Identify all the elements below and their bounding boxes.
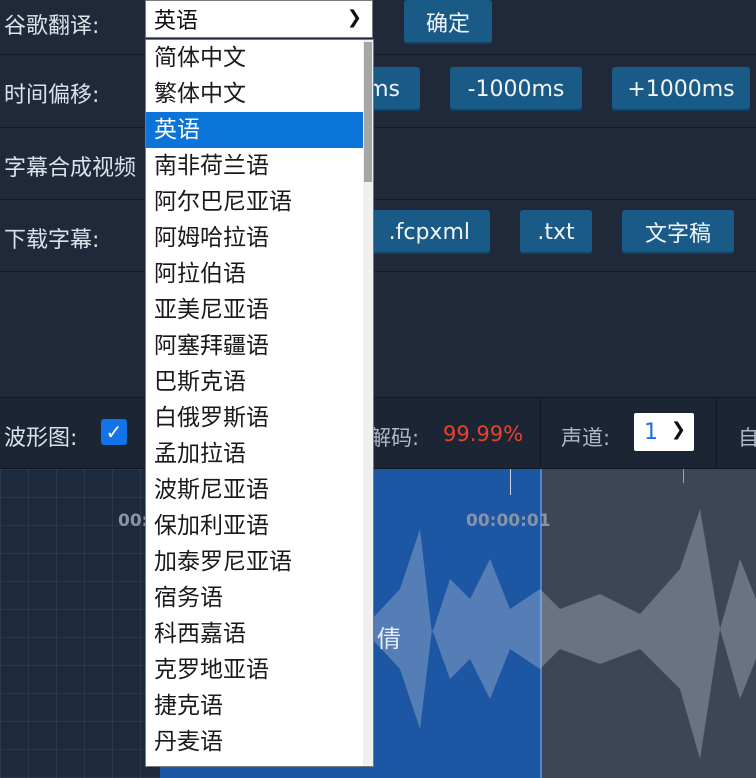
download-transcript-button[interactable]: 文字稿	[622, 210, 734, 254]
channel-select[interactable]: 1 ❯	[634, 413, 694, 451]
channel-label: 声道:	[561, 426, 611, 450]
subtitle-text: 倩	[377, 625, 401, 653]
ruler-tick	[683, 469, 684, 483]
language-dropdown-list[interactable]: 简体中文 繁体中文 英语 南非荷兰语 阿尔巴尼亚语 阿姆哈拉语 阿拉伯语 亚美尼亚语 阿塞拜疆语…	[145, 39, 374, 767]
language-select-value: 英语	[154, 9, 199, 34]
timeline-time-mid: 00:00:01	[466, 511, 551, 531]
dropdown-scroll-thumb[interactable]	[364, 42, 372, 182]
dropdown-option[interactable]: 丹麦语	[146, 724, 373, 760]
timeline-time-left: 00:	[118, 511, 149, 531]
dropdown-option[interactable]: 简体中文	[146, 40, 373, 76]
dropdown-option[interactable]: 科西嘉语	[146, 616, 373, 652]
dropdown-option[interactable]: 阿拉伯语	[146, 256, 373, 292]
download-label: 下载字幕:	[4, 228, 100, 253]
waveform-checkbox[interactable]: ✓	[101, 419, 127, 445]
dropdown-option[interactable]: 繁体中文	[146, 76, 373, 112]
compose-label: 字幕合成视频	[4, 156, 137, 181]
toolbar-divider	[716, 398, 717, 470]
ruler-tick	[510, 469, 511, 495]
dropdown-option[interactable]: 英语	[146, 112, 373, 148]
dropdown-option[interactable]: 巴斯克语	[146, 364, 373, 400]
download-txt-button[interactable]: .txt	[520, 210, 592, 254]
language-select[interactable]: 英语 ❯	[145, 0, 373, 38]
dropdown-option[interactable]: 捷克语	[146, 688, 373, 724]
dropdown-option[interactable]: 加泰罗尼亚语	[146, 544, 373, 580]
dropdown-option[interactable]: 南非荷兰语	[146, 148, 373, 184]
chevron-down-icon: ❯	[346, 7, 362, 28]
channel-select-value: 1	[644, 419, 658, 445]
dropdown-option[interactable]: 亚美尼亚语	[146, 292, 373, 328]
dropdown-option[interactable]: 阿尔巴尼亚语	[146, 184, 373, 220]
download-row: 下载字幕: .fcpxml .txt 文字稿	[0, 200, 756, 272]
dropdown-options: 简体中文 繁体中文 英语 南非荷兰语 阿尔巴尼亚语 阿姆哈拉语 阿拉伯语 亚美尼亚语 阿塞拜疆语…	[146, 40, 373, 760]
dropdown-option[interactable]: 白俄罗斯语	[146, 400, 373, 436]
spacer-area	[0, 272, 756, 397]
dropdown-option[interactable]: 波斯尼亚语	[146, 472, 373, 508]
dropdown-option[interactable]: 克罗地亚语	[146, 652, 373, 688]
decode-value: 99.99%	[443, 422, 524, 446]
decode-label: 解码:	[370, 426, 420, 450]
dropdown-option[interactable]: 孟加拉语	[146, 436, 373, 472]
dropdown-option[interactable]: 阿姆哈拉语	[146, 220, 373, 256]
toolbar-partial-label: 自	[738, 426, 756, 450]
chevron-down-icon: ❯	[670, 419, 686, 440]
waveform-label: 波形图:	[4, 426, 78, 451]
confirm-button[interactable]: 确定	[404, 0, 492, 44]
waveform-canvas[interactable]: 00: 00:00:01 倩	[0, 469, 756, 778]
offset-minus-1000-button[interactable]: -1000ms	[450, 67, 582, 111]
offset-label: 时间偏移:	[4, 83, 100, 108]
offset-plus-1000-button[interactable]: +1000ms	[612, 67, 750, 111]
translate-label: 谷歌翻译:	[4, 14, 100, 39]
dropdown-scrollbar[interactable]	[363, 40, 373, 766]
translate-row: 谷歌翻译: 英语 ❯ 确定	[0, 0, 756, 55]
dropdown-option[interactable]: 阿塞拜疆语	[146, 328, 373, 364]
dropdown-option[interactable]: 保加利亚语	[146, 508, 373, 544]
offset-row: 时间偏移: ms -1000ms +1000ms	[0, 55, 756, 128]
compose-row: 字幕合成视频	[0, 128, 756, 200]
dropdown-option[interactable]: 宿务语	[146, 580, 373, 616]
toolbar-divider	[540, 398, 541, 470]
